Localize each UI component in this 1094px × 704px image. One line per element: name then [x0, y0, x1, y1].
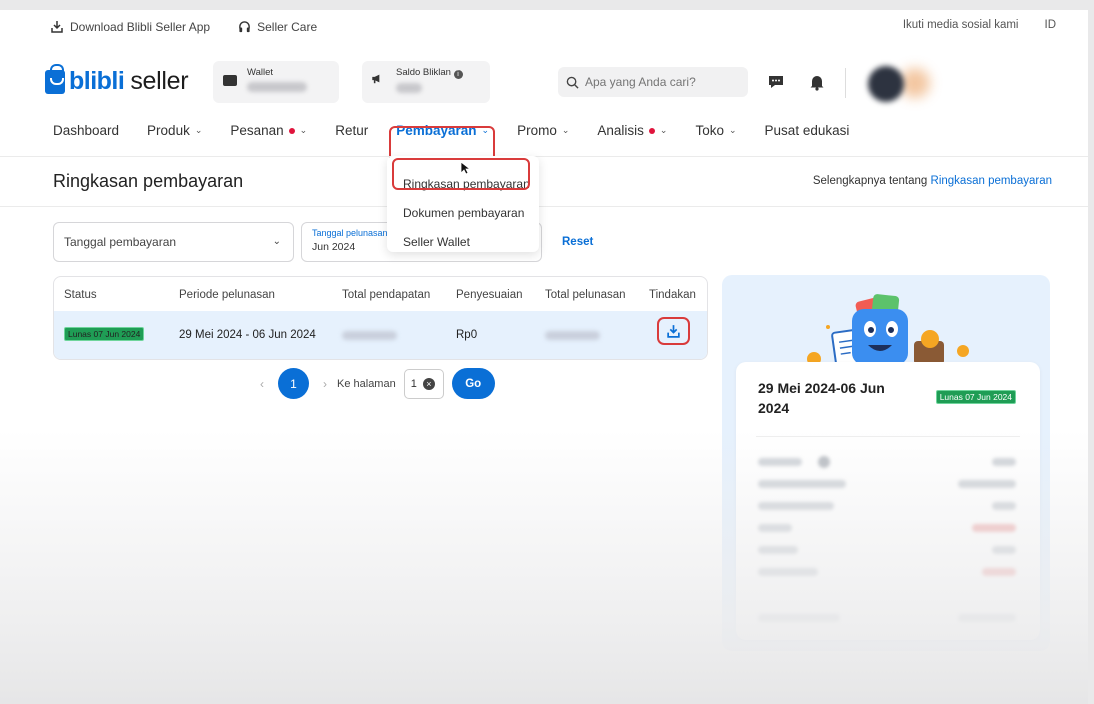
- saldo-bliklan-card[interactable]: Saldo Bliklan i: [362, 61, 490, 103]
- reset-button[interactable]: Reset: [562, 236, 593, 248]
- col-action: Tindakan: [649, 289, 696, 301]
- follow-social-link[interactable]: Ikuti media sosial kami: [903, 19, 1019, 31]
- info-icon[interactable]: i: [453, 70, 463, 79]
- chevron-down-icon: ⌄: [561, 125, 570, 135]
- nav-item-analisis[interactable]: Analisis ⌄: [597, 123, 667, 138]
- goto-label: Ke halaman: [337, 377, 396, 390]
- avatar-glow: [900, 68, 930, 98]
- nav-item-label: Pesanan: [230, 123, 284, 138]
- payment-table: Status Periode pelunasan Total pendapata…: [53, 276, 708, 360]
- nav-item-label: Dashboard: [53, 123, 120, 138]
- wallet-icon: [223, 75, 237, 86]
- avatar[interactable]: [868, 66, 904, 102]
- next-page-icon[interactable]: ›: [323, 377, 327, 391]
- chevron-down-icon: ⌄: [299, 125, 308, 135]
- title-divider: [0, 206, 1088, 207]
- col-period: Periode pelunasan: [179, 289, 275, 301]
- status-badge: Lunas 07 Jun 2024: [64, 327, 145, 341]
- mouse-cursor-icon: [460, 161, 470, 175]
- goto-page-input[interactable]: 1 ×: [403, 368, 444, 399]
- nav-item-label: Pusat edukasi: [764, 123, 850, 138]
- language-switch[interactable]: ID: [1045, 19, 1057, 31]
- nav-item-label: Produk: [147, 123, 190, 138]
- pagination: ‹ 1 › Ke halaman 1 × Go: [260, 368, 495, 399]
- chevron-down-icon: ⌄: [659, 125, 668, 135]
- row-period: 29 Mei 2024 - 06 Jun 2024: [179, 329, 316, 341]
- page-title: Ringkasan pembayaran: [53, 171, 244, 191]
- page-button-1[interactable]: 1: [278, 368, 309, 399]
- search-input[interactable]: [585, 75, 735, 89]
- nav-item-label: Retur: [335, 123, 369, 138]
- nav-item-produk[interactable]: Produk ⌄: [147, 123, 202, 138]
- page: Download Blibli Seller App Seller Care I…: [0, 10, 1088, 704]
- chat-icon[interactable]: [767, 73, 785, 91]
- blibli-seller-logo[interactable]: blibli seller: [45, 63, 189, 96]
- menu-item-seller-wallet[interactable]: Seller Wallet: [403, 235, 470, 249]
- saldo-label-row: Saldo Bliklan i: [396, 67, 480, 79]
- table-row[interactable]: Lunas 07 Jun 2024 29 Mei 2024 - 06 Jun 2…: [54, 311, 707, 359]
- learn-more: Selengkapnya tentang Ringkasan pembayara…: [813, 175, 1052, 187]
- learn-more-prefix: Selengkapnya tentang: [812, 175, 928, 187]
- logo-brand-light: seller: [130, 67, 189, 95]
- search-icon: [566, 76, 579, 89]
- summary-status-badge: Lunas 07 Jun 2024: [935, 390, 1016, 404]
- wallet-card[interactable]: Wallet: [213, 61, 339, 103]
- summary-title: 29 Mei 2024-06 Jun 2024: [758, 380, 885, 416]
- go-button[interactable]: Go: [451, 368, 495, 399]
- search-box[interactable]: [558, 67, 748, 97]
- download-app-label: Download Blibli Seller App: [70, 20, 211, 34]
- table-header: Status Periode pelunasan Total pendapata…: [54, 277, 707, 311]
- nav-item-label: Analisis: [597, 123, 644, 138]
- date-type-select[interactable]: Tanggal pembayaran ⌄: [53, 222, 294, 262]
- date-type-value: Tanggal pembayaran: [64, 235, 177, 249]
- bell-icon[interactable]: [808, 73, 826, 91]
- col-status: Status: [64, 289, 97, 301]
- nav-item-pesanan[interactable]: Pesanan ⌄: [230, 123, 307, 138]
- nav-item-label: Promo: [517, 123, 557, 138]
- saldo-amount-blurred: [396, 83, 422, 93]
- nav-item-label: Toko: [695, 123, 724, 138]
- menu-item-dokumen-pembayaran[interactable]: Dokumen pembayaran: [403, 206, 524, 220]
- prev-page-icon[interactable]: ‹: [260, 377, 264, 391]
- seller-care-link[interactable]: Seller Care: [238, 20, 317, 34]
- headset-icon: [239, 20, 250, 32]
- utility-bar: Download Blibli Seller App Seller Care I…: [0, 10, 1088, 46]
- header-divider: [845, 68, 846, 98]
- chevron-down-icon: ⌄: [729, 125, 737, 135]
- nav-item-retur[interactable]: Retur: [335, 123, 368, 138]
- summary-card: 29 Mei 2024-06 Jun 2024 Lunas 07 Jun 202…: [736, 362, 1040, 640]
- wallet-mascot-illustration: [807, 294, 969, 368]
- wallet-label: Wallet: [247, 67, 274, 78]
- saldo-label: Saldo Bliklan: [396, 67, 451, 78]
- wallet-amount-blurred: [247, 82, 307, 92]
- summary-divider: [756, 436, 1020, 437]
- row-total-settlement-blurred: [545, 331, 600, 343]
- chevron-down-icon: ⌄: [272, 236, 281, 247]
- seller-care-label: Seller Care: [257, 20, 318, 34]
- nav-divider: [0, 156, 1088, 157]
- notification-dot: [648, 127, 655, 134]
- nav-item-pusat-edukasi[interactable]: Pusat edukasi: [765, 123, 850, 138]
- shopping-bag-icon: [45, 63, 65, 94]
- clear-icon[interactable]: ×: [422, 377, 435, 390]
- row-total-income-blurred: [342, 331, 397, 343]
- notification-dot: [288, 127, 295, 134]
- nav-item-dashboard[interactable]: Dashboard: [53, 123, 119, 138]
- logo-brand-bold: blibli: [69, 67, 125, 95]
- col-total-settlement: Total pelunasan: [545, 289, 626, 301]
- download-icon: [51, 21, 63, 33]
- row-adjustment: Rp0: [456, 329, 478, 341]
- nav-item-promo[interactable]: Promo ⌄: [517, 123, 569, 138]
- learn-more-link[interactable]: Ringkasan pembayaran: [931, 175, 1052, 187]
- download-button[interactable]: [657, 317, 690, 345]
- download-app-link[interactable]: Download Blibli Seller App: [50, 20, 210, 34]
- col-total-income: Total pendapatan: [342, 289, 431, 301]
- col-adjustment: Penyesuaian: [456, 289, 523, 301]
- megaphone-icon: [372, 74, 380, 84]
- download-icon: [667, 324, 680, 338]
- goto-page-value: 1: [410, 377, 417, 390]
- nav-item-toko[interactable]: Toko ⌄: [695, 123, 736, 138]
- chevron-down-icon: ⌄: [194, 125, 203, 135]
